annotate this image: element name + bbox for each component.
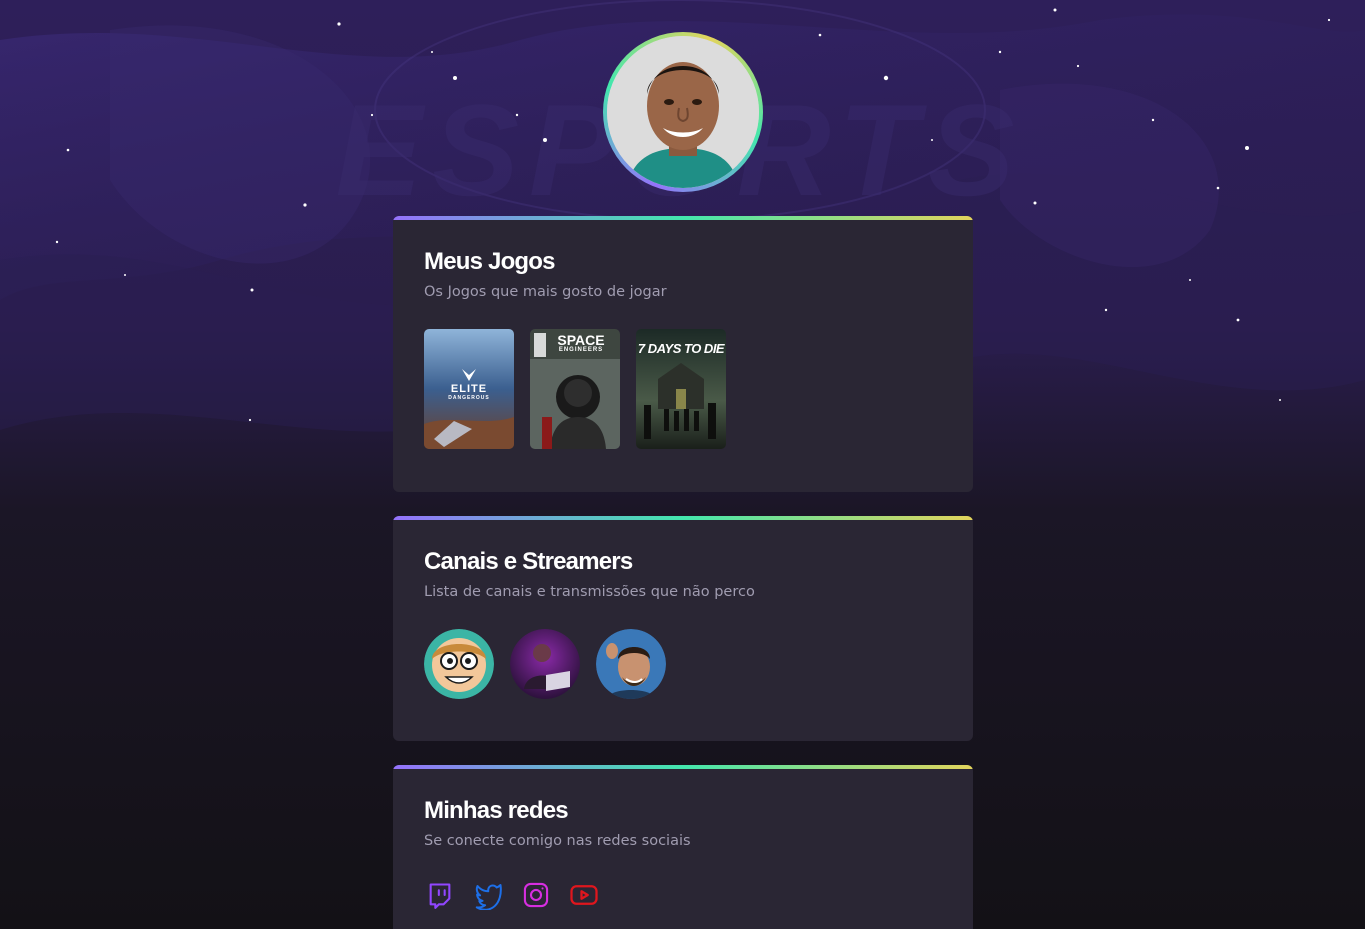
- game-cover-elite[interactable]: ELITE DANGEROUS: [424, 329, 514, 449]
- social-card-subtitle: Se conecte comigo nas redes sociais: [424, 833, 691, 849]
- streamer-laptop-avatar-icon[interactable]: [510, 629, 580, 699]
- twitch-icon[interactable]: [424, 879, 456, 911]
- page: Meus Jogos Os Jogos que mais gosto de jo…: [0, 0, 1365, 929]
- social-list: [424, 879, 942, 911]
- game-cover-7-days-to-die[interactable]: 7 DAYS TO DIE: [636, 329, 726, 449]
- games-card-subtitle: Os Jogos que mais gosto de jogar: [424, 284, 667, 300]
- streamers-card: Canais e Streamers Lista de canais e tra…: [393, 516, 973, 741]
- profile-photo-icon: [607, 36, 759, 188]
- social-card: Minhas redes Se conecte comigo nas redes…: [393, 765, 973, 929]
- games-list: ELITE DANGEROUS SPACE ENGINEERS 7 DAYS T…: [424, 329, 942, 449]
- youtube-icon[interactable]: [568, 879, 600, 911]
- streamer-selfie-avatar-icon[interactable]: [596, 629, 666, 699]
- game-cover-space-engineers[interactable]: SPACE ENGINEERS: [530, 329, 620, 449]
- game-cover-subtitle: ENGINEERS: [558, 347, 604, 353]
- games-card-title: Meus Jogos: [424, 248, 556, 275]
- games-card: Meus Jogos Os Jogos que mais gosto de jo…: [393, 216, 973, 492]
- game-cover-title: 7 DAYS TO DIE: [637, 341, 725, 356]
- streamer-cartoon-avatar-icon[interactable]: [424, 629, 494, 699]
- streamers-card-title: Canais e Streamers: [424, 548, 633, 575]
- game-cover-title: ELITE: [450, 383, 488, 395]
- game-cover-subtitle: DANGEROUS: [448, 395, 490, 401]
- instagram-icon[interactable]: [520, 879, 552, 911]
- profile-avatar: [603, 32, 763, 192]
- streamers-card-subtitle: Lista de canais e transmissões que não p…: [424, 584, 755, 600]
- social-card-title: Minhas redes: [424, 797, 569, 824]
- streamers-list: [424, 629, 942, 699]
- twitter-icon[interactable]: [472, 879, 504, 911]
- game-cover-title: SPACE: [557, 332, 605, 348]
